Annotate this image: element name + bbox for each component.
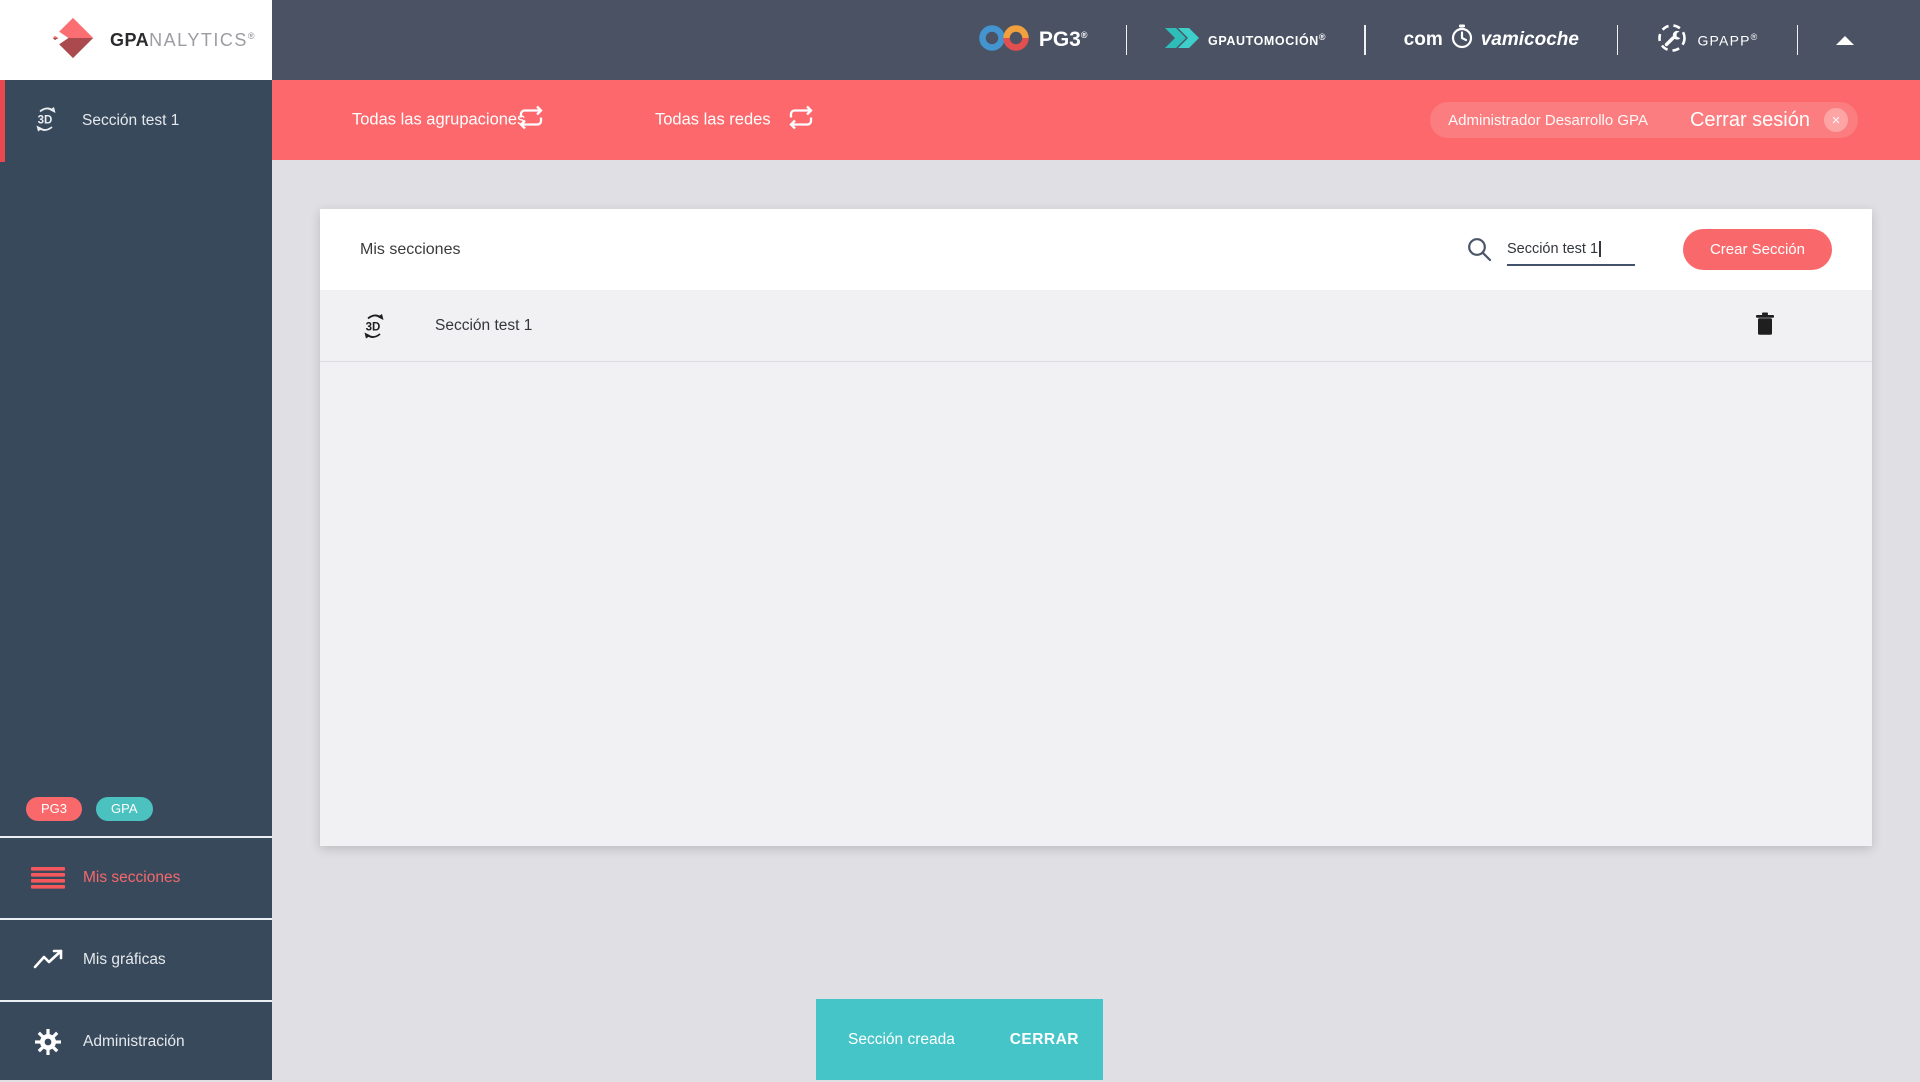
swap-groupings-icon[interactable] [518,105,544,136]
search-input-value: Sección test 1 [1506,240,1599,257]
svg-text:3D: 3D [38,114,53,126]
sidebar-item-mis-graficas[interactable]: Mis gráficas [0,918,272,1000]
gpapp-wrench-icon [1656,22,1688,59]
delete-section-button[interactable] [1755,312,1775,339]
sections-list-icon [31,866,65,890]
gpautomocion-arrows-icon [1165,26,1199,55]
card-header-actions: Sección test 1 Crear Sección [1466,229,1832,270]
sidebar-menu: Mis secciones Mis gráficas Administració… [0,836,272,1082]
networks-filter-label[interactable]: Todas las redes [655,111,771,130]
groupings-filter-label[interactable]: Todas las agrupaciones [352,111,525,130]
filter-bar: Todas las agrupaciones Todas las redes A… [272,80,1920,160]
sidebar-item-label: Administración [83,1033,185,1050]
section-row-label: Sección test 1 [435,316,533,334]
section-row[interactable]: 3D Sección test 1 [320,290,1872,362]
sidebar-item-label: Mis gráficas [83,951,166,968]
logout-button[interactable]: Cerrar sesión [1690,109,1810,132]
logout-close-icon[interactable]: × [1824,108,1848,132]
svg-text:3D: 3D [366,321,381,333]
collapse-caret-icon[interactable] [1836,35,1854,45]
comprovamicoche-left-label: com [1403,29,1443,50]
brand-comprovamicoche: com vamicoche [1404,24,1579,56]
sidebar-item-administracion[interactable]: Administración [0,1000,272,1082]
stopwatch-icon [1450,24,1474,56]
snackbar-toast: Sección creada CERRAR [816,999,1103,1080]
pg3-infinity-icon [978,23,1030,58]
search-icon [1466,236,1493,263]
sidebar-item-mis-secciones[interactable]: Mis secciones [0,836,272,918]
trash-icon [1755,312,1775,339]
comprovamicoche-right-label: vamicoche [1480,29,1579,50]
brand-bar: PG3® GPAUTOMOCIÓN® com vamicoche GPAPP® [978,0,1854,80]
toast-message: Sección creada [848,1030,955,1048]
divider [1796,25,1798,55]
gpanalytics-arrow-icon [48,16,98,65]
brand-gpautomocion: GPAUTOMOCIÓN® [1165,26,1326,55]
app-logo: GPANALYTICS® [0,0,272,80]
user-name-label: Administrador Desarrollo GPA [1448,111,1648,129]
gpautomocion-label: GPAUTOMOCIÓN® [1208,31,1327,49]
toast-close-button[interactable]: CERRAR [1004,1030,1085,1050]
rotate-3d-icon: 3D [360,312,388,340]
brand-gpapp: GPAPP® [1656,22,1758,59]
brand-pg3: PG3® [978,23,1088,58]
user-session-pill: Administrador Desarrollo GPA Cerrar sesi… [1430,102,1858,138]
rotate-3d-icon: 3D [32,105,60,138]
gpapp-label: GPAPP® [1697,31,1759,49]
sidebar-section-item[interactable]: 3D Sección test 1 [0,80,272,162]
product-badges: PG3 GPA [26,797,153,821]
page-title: Mis secciones [360,240,461,258]
swap-networks-icon[interactable] [788,105,814,136]
sidebar-item-label: Mis secciones [83,869,181,886]
pg3-label: PG3® [1038,28,1088,51]
search-input[interactable]: Sección test 1 [1506,234,1635,266]
divider [1364,25,1366,55]
pg3-badge[interactable]: PG3 [26,797,83,821]
sidebar: 3D Sección test 1 PG3 GPA Mis secciones [0,80,272,1080]
divider [1616,25,1619,55]
gpa-badge[interactable]: GPA [96,797,153,821]
top-header: PG3® GPAUTOMOCIÓN® com vamicoche GPAPP® [0,0,1920,80]
create-section-button[interactable]: Crear Sección [1682,229,1832,270]
gear-icon [31,1029,65,1055]
chart-line-icon [31,948,65,972]
gpanalytics-wordmark: GPANALYTICS® [110,29,255,50]
card-header: Mis secciones Sección test 1 Crear Secci… [320,209,1872,290]
text-caret [1599,240,1601,257]
sections-card: Mis secciones Sección test 1 Crear Secci… [320,209,1872,846]
sidebar-section-label: Sección test 1 [82,112,180,129]
divider [1125,25,1127,55]
